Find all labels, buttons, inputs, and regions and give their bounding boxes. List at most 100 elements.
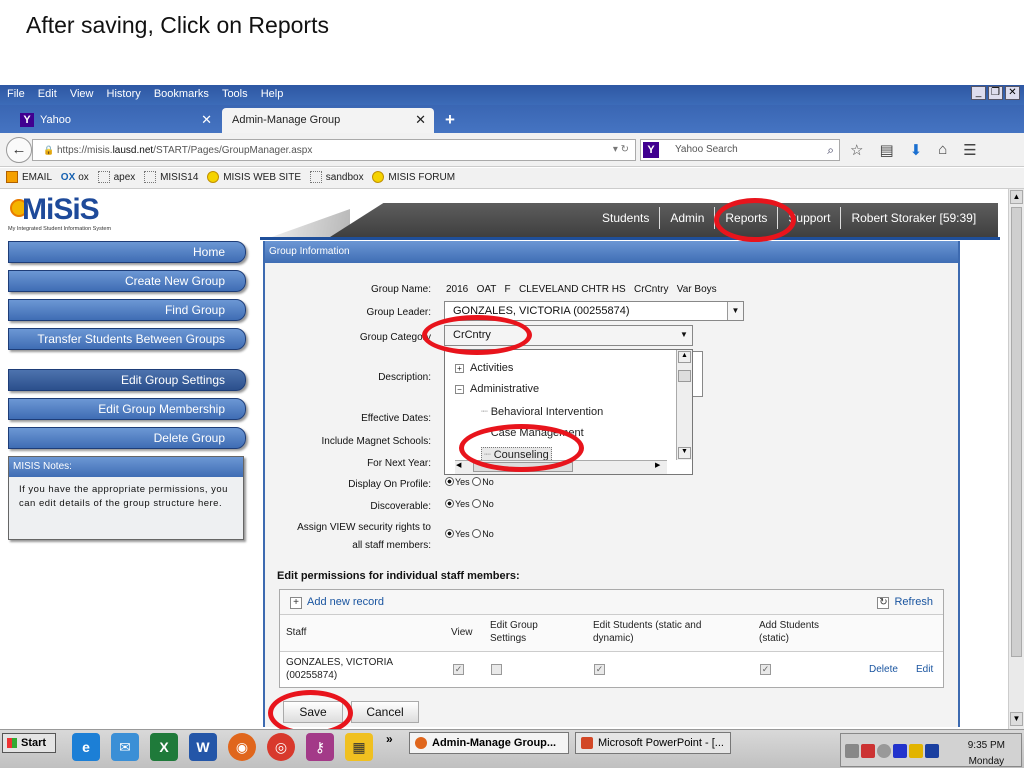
flag-icon[interactable] [925,744,939,758]
apps-grid-icon[interactable]: ▦ [345,733,373,761]
menu-file[interactable]: File [7,85,25,103]
tree-item-administrative[interactable]: − Administrative [455,383,539,395]
cancel-button[interactable]: Cancel [351,701,419,723]
scroll-left-icon[interactable]: ◀ [456,461,467,473]
hamburger-menu-icon[interactable]: ☰ [963,141,976,159]
nav-home-button[interactable]: Home [8,241,246,263]
bookmark-misis-forum[interactable]: MISIS FORUM [372,168,455,188]
expand-icon[interactable]: + [455,364,464,373]
discoverable-radio[interactable]: Yes No [445,499,494,509]
collapse-icon[interactable]: − [455,385,464,394]
keys-icon[interactable]: ⚷ [306,733,334,761]
nav-transfer-students-button[interactable]: Transfer Students Between Groups [8,328,246,350]
shield-icon[interactable] [861,744,875,758]
radio-yes[interactable] [445,529,454,538]
group-leader-select[interactable]: GONZALES, VICTORIA (00255874) ▼ [444,301,744,321]
scroll-up-icon[interactable]: ▲ [1010,190,1023,204]
group-category-select[interactable]: CrCntry ▼ [444,325,693,346]
nav-edit-group-membership-button[interactable]: Edit Group Membership [8,398,246,420]
scroll-down-icon[interactable]: ▼ [1010,712,1023,726]
restore-button[interactable]: ❐ [988,86,1003,100]
volume-icon[interactable] [877,744,891,758]
address-bar[interactable]: 🔒 https://misis.lausd.net/START/Pages/Gr… [32,139,636,161]
task-powerpoint[interactable]: Microsoft PowerPoint - [... [575,732,731,754]
media-play-icon[interactable] [893,744,907,758]
menu-view[interactable]: View [70,85,94,103]
tree-item-behavioral-intervention[interactable]: ┈ Behavioral Intervention [481,405,603,418]
tree-item-case-management[interactable]: ┈ Case Management [481,426,584,439]
scroll-thumb[interactable] [473,462,573,472]
menu-history[interactable]: History [107,85,141,103]
radio-no[interactable] [472,499,482,508]
radio-no[interactable] [472,529,482,538]
outlook-icon[interactable]: ✉ [111,733,139,761]
new-tab-icon[interactable]: + [445,110,455,130]
chrome-icon[interactable]: ◎ [267,733,295,761]
task-firefox[interactable]: Admin-Manage Group... [409,732,569,754]
menu-help[interactable]: Help [261,85,284,103]
close-tab-icon[interactable]: ✕ [201,108,212,132]
tab-admin-manage-group[interactable]: Admin-Manage Group ✕ [222,108,434,133]
delete-link[interactable]: Delete [869,664,898,675]
bookmark-email[interactable]: EMAIL [6,168,52,188]
page-scrollbar[interactable]: ▲ ▼ [1008,189,1024,729]
network-icon[interactable] [845,744,859,758]
nav-edit-group-settings-button[interactable]: Edit Group Settings [8,369,246,391]
tray-app-icon[interactable] [909,744,923,758]
save-button[interactable]: Save [283,701,343,723]
scroll-down-icon[interactable]: ▼ [678,447,691,459]
close-tab-icon[interactable]: ✕ [415,108,426,132]
chevron-down-icon[interactable]: ▼ [676,326,692,345]
edit-settings-checkbox[interactable] [491,664,502,675]
bookmark-ox[interactable]: OX ox [61,168,89,188]
tree-item-activities[interactable]: + Activities [455,362,513,374]
radio-no[interactable] [472,477,482,486]
add-record-link[interactable]: + Add new record [290,596,384,609]
misis-logo[interactable]: MiSiS My Integrated Student Information … [8,193,118,235]
nav-create-group-button[interactable]: Create New Group [8,270,246,292]
clock[interactable]: 9:35 PM Monday [968,738,1005,770]
back-arrow-icon[interactable]: ← [6,137,32,163]
bookmark-star-icon[interactable]: ☆ [850,141,863,159]
download-icon[interactable]: ⬇ [910,141,923,159]
dropdown-horizontal-scrollbar[interactable]: ◀ ▶ [455,460,667,474]
word-icon[interactable]: W [189,733,217,761]
scroll-thumb[interactable] [678,370,691,382]
radio-yes[interactable] [445,477,454,486]
assign-view-radio[interactable]: Yes No [445,529,494,539]
menu-tools[interactable]: Tools [222,85,248,103]
add-students-checkbox[interactable]: ✓ [760,664,771,675]
description-field[interactable] [693,351,703,397]
scroll-right-icon[interactable]: ▶ [655,461,666,473]
nav-user[interactable]: Robert Storaker [59:39] [841,207,986,229]
nav-students[interactable]: Students [592,207,661,229]
edit-students-checkbox[interactable]: ✓ [594,664,605,675]
search-input[interactable]: Y Yahoo Search ⌕ [640,139,840,161]
view-checkbox[interactable]: ✓ [453,664,464,675]
dropdown-vertical-scrollbar[interactable]: ▲ ▼ [676,350,692,460]
internet-explorer-icon[interactable]: e [72,733,100,761]
scroll-thumb[interactable] [1011,207,1022,657]
excel-icon[interactable]: X [150,733,178,761]
minimize-button[interactable]: _ [971,86,986,100]
scroll-up-icon[interactable]: ▲ [678,351,691,363]
firefox-icon[interactable]: ◉ [228,733,256,761]
bookmark-apex[interactable]: apex [97,168,135,188]
menu-edit[interactable]: Edit [38,85,57,103]
tab-yahoo[interactable]: Y Yahoo ✕ [10,108,220,133]
edit-link[interactable]: Edit [916,664,933,675]
nav-reports[interactable]: Reports [715,207,779,229]
bookmark-sandbox[interactable]: sandbox [309,168,364,188]
reading-list-icon[interactable]: ▤ [879,141,893,159]
search-icon[interactable]: ⌕ [827,140,834,160]
menu-bookmarks[interactable]: Bookmarks [154,85,209,103]
reload-icon[interactable]: ▾ ↻ [613,140,629,160]
display-on-profile-radio[interactable]: Yes No [445,477,494,487]
refresh-link[interactable]: ↻ Refresh [877,590,933,615]
bookmark-misis14[interactable]: MISIS14 [144,168,198,188]
nav-admin[interactable]: Admin [660,207,716,229]
more-chevron-icon[interactable]: » [386,732,393,746]
radio-yes[interactable] [445,499,454,508]
nav-find-group-button[interactable]: Find Group [8,299,246,321]
home-icon[interactable]: ⌂ [938,141,947,159]
